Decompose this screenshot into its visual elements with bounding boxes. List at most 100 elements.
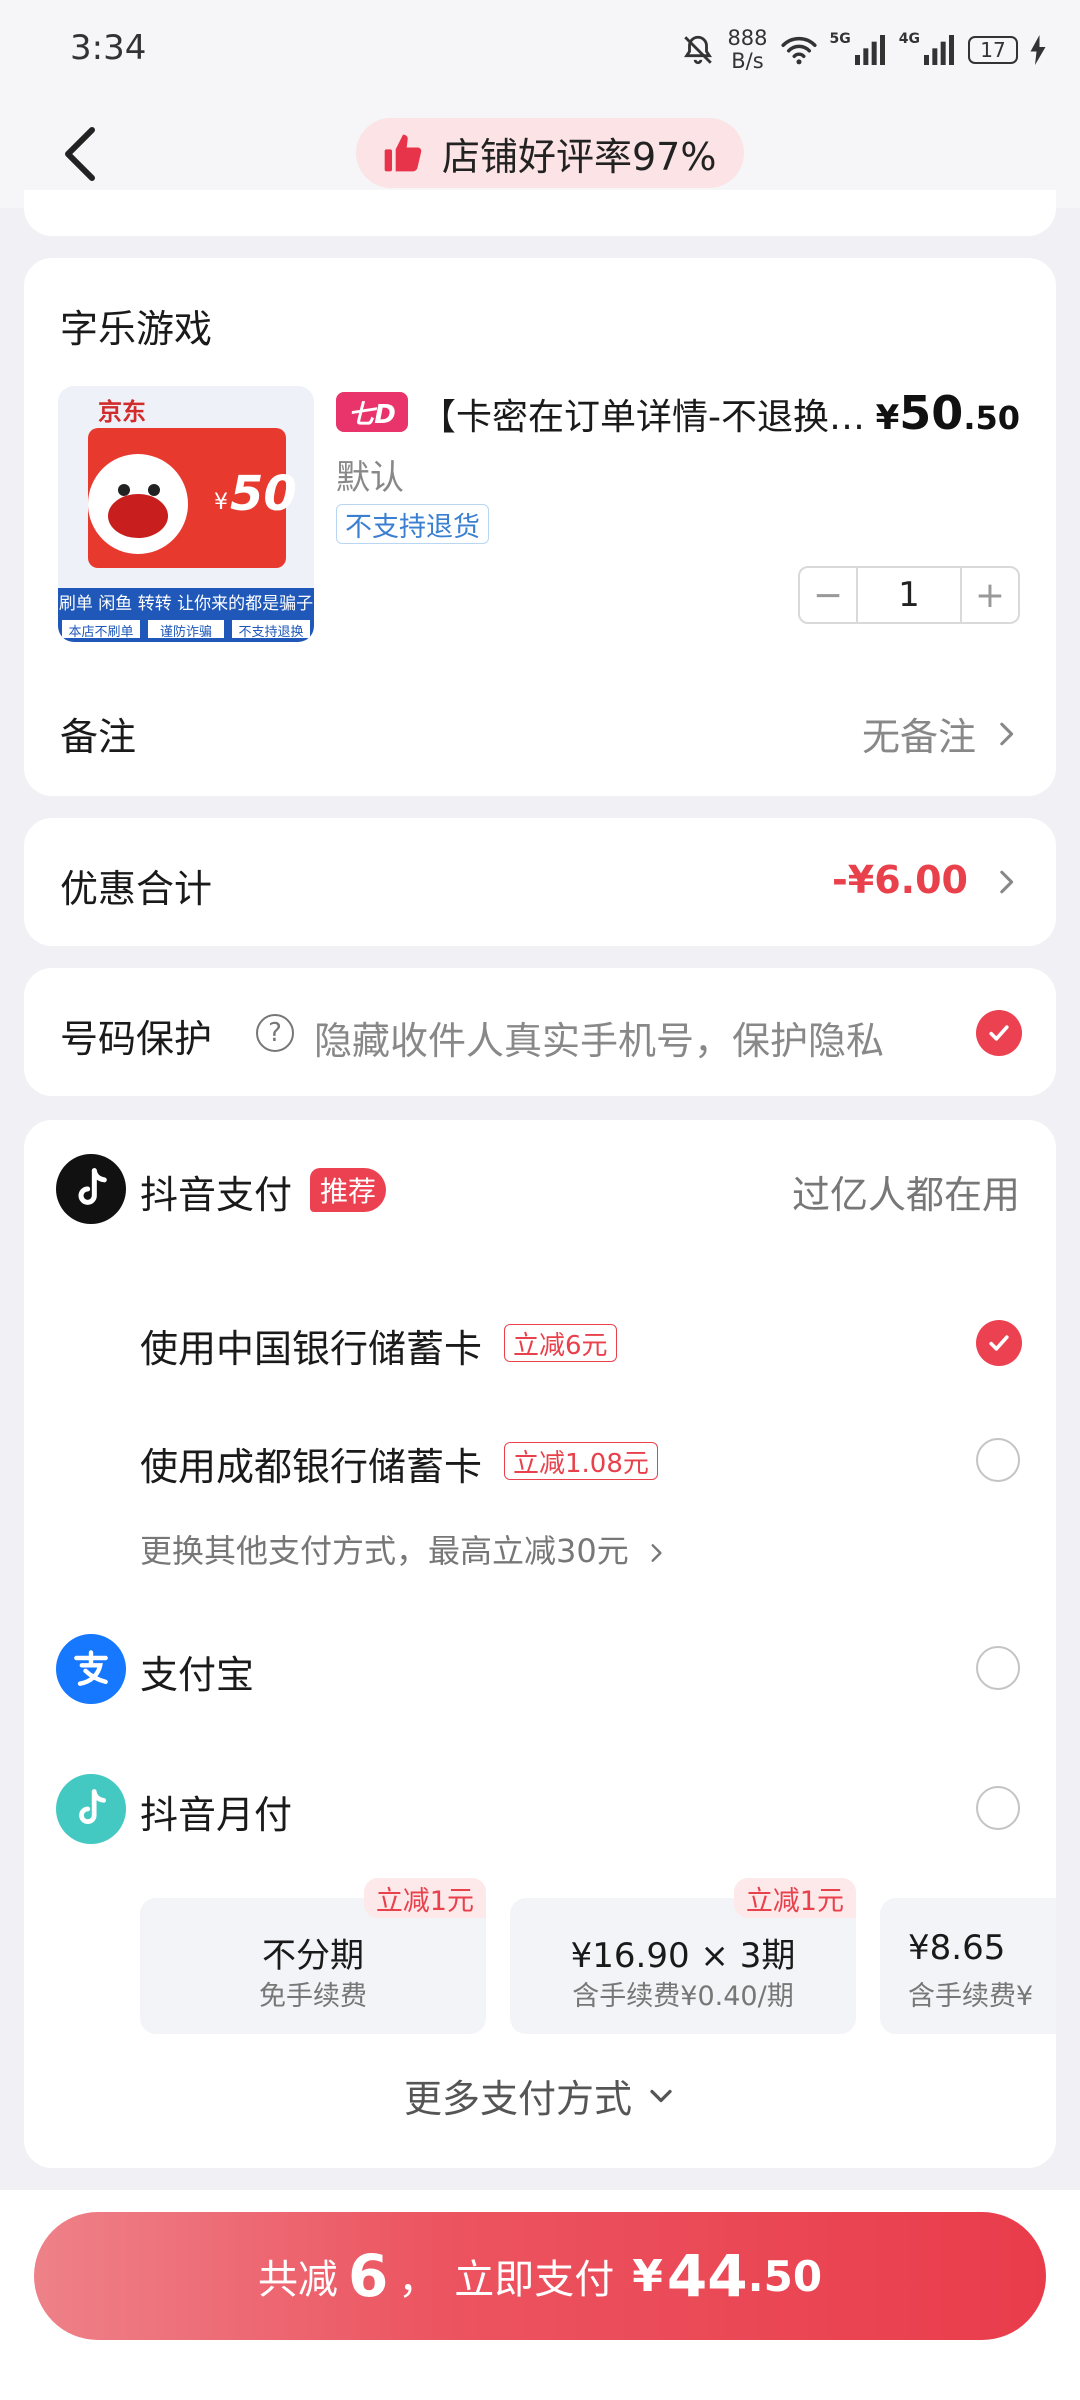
installment-discount-tag: 立减1元	[733, 1878, 856, 1918]
pay-comma: ，	[398, 2257, 439, 2303]
douyin-monthly-label[interactable]: 抖音月付	[140, 1784, 292, 1839]
alipay-icon	[74, 1650, 108, 1686]
installment-sub: 免手续费	[259, 1981, 367, 2012]
store-rating-text: 店铺好评率97%	[442, 134, 717, 179]
thumbs-up-icon	[384, 134, 422, 172]
pay-reduce-amount: 6	[347, 2242, 389, 2310]
pay-prefix: 共减	[257, 2257, 338, 2303]
thumb-banner-tag-2: 谨防诈骗	[159, 625, 212, 640]
price-integer: 50	[899, 386, 964, 440]
douyin-monthly-icon	[79, 1789, 107, 1825]
chevron-right-icon	[1000, 870, 1014, 894]
installment-option-none[interactable]: 立减1元 不分期 免手续费	[140, 1878, 486, 2034]
douyin-pay-logo	[56, 1154, 126, 1224]
quantity-value[interactable]: 1	[856, 568, 962, 622]
status-time: 3:34	[70, 28, 147, 68]
shop-name: 字乐游戏	[60, 307, 213, 351]
decrease-button[interactable]: −	[800, 568, 856, 622]
network-type-5g: 5G	[829, 31, 851, 47]
price-decimal: .50	[963, 399, 1020, 437]
douyin-monthly-logo	[56, 1774, 126, 1844]
installment-discount-tag: 立减1元	[363, 1878, 486, 1918]
installment-sub: 含手续费¥	[908, 1981, 1034, 2012]
product-price: ¥50.50	[876, 386, 1020, 440]
protection-description: 隐藏收件人真实手机号，保护隐私	[314, 1019, 885, 1063]
douyin-icon	[78, 1168, 107, 1205]
product-spec: 默认	[336, 458, 404, 498]
payment-methods-card: 抖音支付 推荐 过亿人都在用 使用中国银行储蓄卡 立减6元 使用成都银行储蓄卡 …	[24, 1120, 1056, 2168]
chevron-right-icon	[651, 1544, 662, 1562]
chevron-left-icon	[65, 127, 95, 181]
charging-icon	[1030, 35, 1046, 65]
pay-action: 立即支付	[454, 2257, 615, 2303]
change-payment-link[interactable]: 更换其他支付方式，最高立减30元	[140, 1526, 667, 1572]
boc-card-radio[interactable]	[976, 1320, 1022, 1366]
shop-card: 字乐游戏 京东 ¥ 50 刷单 闲鱼 转转 让你来的都是骗子 本店不刷单 谨防诈…	[24, 258, 1056, 796]
mute-bell-icon	[684, 35, 713, 65]
status-icons: 888 B/s 5G 4G 17	[681, 20, 1046, 80]
remark-label: 备注	[60, 715, 137, 759]
douyin-pay-slogan: 过亿人都在用	[791, 1173, 1020, 1217]
network-type-4g: 4G	[898, 31, 920, 47]
douyin-monthly-radio[interactable]	[976, 1786, 1020, 1830]
more-payment-text: 更多支付方式	[403, 2077, 632, 2121]
price-symbol: ¥	[875, 398, 900, 438]
product-title[interactable]: 【卡密在订单详情-不退换…	[420, 388, 882, 440]
chevron-down-icon	[650, 2089, 672, 2102]
installment-main: ¥8.65	[908, 1928, 1006, 1968]
thumb-card-value: 50	[230, 466, 297, 522]
chevron-right-icon[interactable]	[992, 720, 1020, 748]
signal-icon-2	[924, 35, 954, 65]
pay-now-button[interactable]: 共减 6 ， 立即支付 ¥ 44 .50	[34, 2212, 1046, 2340]
change-payment-text: 更换其他支付方式，最高立减30元	[140, 1532, 629, 1570]
status-bar: 3:34 888 B/s 5G 4G 17	[0, 0, 1080, 100]
boc-card-option[interactable]: 使用中国银行储蓄卡	[140, 1318, 482, 1373]
installment-option-3[interactable]: 立减1元 ¥16.90 × 3期 含手续费¥0.40/期	[510, 1878, 856, 2034]
check-icon	[989, 1025, 1009, 1041]
seven-day-badge: 七D	[336, 392, 408, 432]
check-icon	[989, 1335, 1009, 1351]
thumb-banner-tag-3: 不支持退换	[238, 625, 304, 640]
thumb-banner-tag-1: 本店不刷单	[68, 625, 134, 640]
pay-currency: ¥	[632, 2250, 663, 2302]
installment-main: ¥16.90 × 3期	[570, 1936, 796, 1976]
remark-value[interactable]: 无备注	[862, 706, 976, 761]
thumb-banner-text: 刷单 闲鱼 转转 让你来的都是骗子	[58, 594, 314, 614]
more-payment-methods[interactable]: 更多支付方式	[24, 2068, 1056, 2123]
bottom-pay-bar: 共减 6 ， 立即支付 ¥ 44 .50	[0, 2190, 1080, 2400]
checkout-screen: 3:34 888 B/s 5G 4G 17 店铺好评率97% 字乐游戏 京东 ¥…	[0, 0, 1080, 2400]
douyin-pay-label: 抖音支付	[140, 1173, 293, 1217]
installment-sub: 含手续费¥0.40/期	[572, 1981, 794, 2012]
chengdu-card-option[interactable]: 使用成都银行储蓄卡	[140, 1436, 482, 1491]
store-rating-pill[interactable]: 店铺好评率97%	[356, 118, 745, 188]
help-icon[interactable]: ?	[256, 1014, 294, 1052]
wifi-icon	[780, 36, 817, 65]
boc-discount-tag: 立减6元	[504, 1324, 617, 1362]
alipay-label[interactable]: 支付宝	[140, 1644, 254, 1699]
protection-label: 号码保护	[60, 1017, 213, 1061]
no-return-tag: 不支持退货	[336, 504, 489, 544]
protection-checkbox[interactable]	[976, 1010, 1022, 1056]
alipay-logo	[56, 1634, 126, 1704]
chengdu-discount-tag: 立减1.08元	[504, 1442, 658, 1480]
installment-main: 不分期	[262, 1936, 364, 1976]
alipay-radio[interactable]	[976, 1646, 1020, 1690]
previous-card-edge	[24, 190, 1056, 236]
back-button[interactable]	[52, 122, 112, 186]
installment-option-6[interactable]: ¥8.65 含手续费¥	[880, 1898, 1056, 2034]
net-speed-unit: B/s	[731, 49, 764, 73]
chengdu-card-radio[interactable]	[976, 1438, 1020, 1482]
discount-label: 优惠合计	[60, 867, 213, 911]
recommended-badge: 推荐	[310, 1168, 387, 1212]
product-thumbnail[interactable]: 京东 ¥ 50 刷单 闲鱼 转转 让你来的都是骗子 本店不刷单 谨防诈骗 不支持…	[58, 386, 314, 642]
pay-amount-int: 44	[666, 2242, 748, 2310]
discount-total-row[interactable]: 优惠合计 -¥6.00	[24, 818, 1056, 946]
net-speed-value: 888	[727, 26, 768, 50]
quantity-stepper: − 1 +	[798, 566, 1020, 624]
increase-button[interactable]: +	[962, 568, 1018, 622]
thumb-currency: ¥	[214, 490, 228, 515]
number-protection-row: 号码保护 ? 隐藏收件人真实手机号，保护隐私	[24, 968, 1056, 1096]
pay-amount-dec: .50	[747, 2251, 823, 2301]
battery-icon: 17	[968, 36, 1018, 64]
signal-icon	[854, 35, 885, 65]
